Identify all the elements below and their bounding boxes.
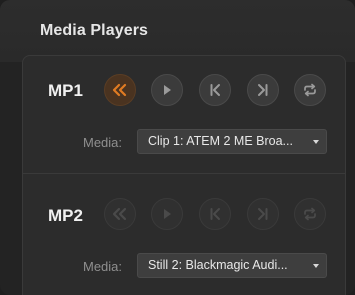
chevron-down-icon xyxy=(313,140,319,144)
mp2-media-value: Still 2: Blackmagic Audi... xyxy=(148,258,288,272)
chevron-down-icon xyxy=(313,264,319,268)
mp2-loop-button[interactable] xyxy=(294,198,326,230)
mp1-loop-button[interactable] xyxy=(294,74,326,106)
mp2-media-dropdown[interactable]: Still 2: Blackmagic Audi... xyxy=(137,253,327,278)
mp2-rewind-button[interactable] xyxy=(104,198,136,230)
mp1-next-frame-button[interactable] xyxy=(247,74,279,106)
rewind-icon xyxy=(112,207,127,221)
rewind-icon xyxy=(112,83,127,97)
mp1-previous-frame-button[interactable] xyxy=(199,74,231,106)
media-players-panel: Media Players MP1 Media: Clip 1: ATEM 2 … xyxy=(0,0,355,295)
media-player-2-section: MP2 Media: Still 2: Blackmagic Audi... xyxy=(22,173,346,295)
panel-title: Media Players xyxy=(40,22,149,39)
next-frame-icon xyxy=(258,208,268,220)
play-icon xyxy=(164,85,171,95)
mp1-media-label: Media: xyxy=(83,135,123,150)
mp1-label: MP1 xyxy=(48,81,83,100)
mp2-previous-frame-button[interactable] xyxy=(199,198,231,230)
mp1-rewind-button[interactable] xyxy=(104,74,136,106)
mp2-play-button[interactable] xyxy=(151,198,183,230)
previous-frame-icon xyxy=(210,84,220,96)
loop-icon xyxy=(304,207,316,221)
media-player-1-section: MP1 Media: Clip 1: ATEM 2 ME Broa... xyxy=(22,55,346,174)
mp2-label: MP2 xyxy=(48,206,83,225)
loop-icon xyxy=(304,83,316,97)
panel-header: Media Players xyxy=(0,0,355,62)
mp1-media-value: Clip 1: ATEM 2 ME Broa... xyxy=(148,134,293,148)
mp2-next-frame-button[interactable] xyxy=(247,198,279,230)
play-icon xyxy=(164,209,171,219)
mp1-media-dropdown[interactable]: Clip 1: ATEM 2 ME Broa... xyxy=(137,129,327,154)
mp2-media-label: Media: xyxy=(83,259,123,274)
previous-frame-icon xyxy=(210,208,220,220)
mp1-play-button[interactable] xyxy=(151,74,183,106)
next-frame-icon xyxy=(258,84,268,96)
